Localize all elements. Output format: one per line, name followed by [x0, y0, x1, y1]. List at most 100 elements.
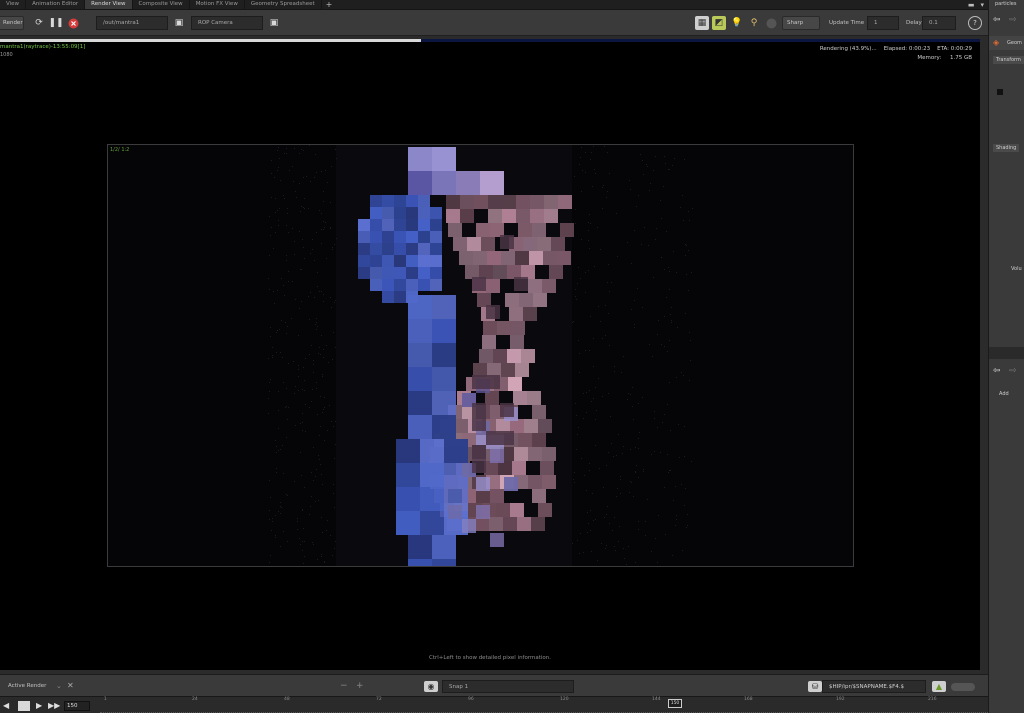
render-pixel	[590, 159, 591, 160]
camera-field[interactable]: ROP Camera	[191, 16, 263, 30]
output-driver-field[interactable]: /out/mantra1	[96, 16, 168, 30]
render-pixel	[595, 387, 596, 388]
snapshot-name-field[interactable]: Snap 1	[442, 680, 574, 693]
maximize-pane-icon[interactable]: ▬	[968, 1, 975, 9]
current-frame-marker[interactable]: 150	[668, 699, 682, 708]
render-pixel	[615, 550, 616, 551]
back-arrow-icon[interactable]: ⇦	[993, 15, 1001, 25]
render-pixel	[287, 541, 288, 542]
render-pixel	[604, 517, 605, 518]
render-pixel	[500, 235, 514, 249]
render-pixel	[521, 349, 535, 363]
tab-geometry-spreadsheet[interactable]: Geometry Spreadsheet	[245, 0, 322, 9]
render-pixel	[332, 359, 333, 360]
render-pixel	[317, 286, 318, 287]
camera-snapshot-icon[interactable]: ◉	[424, 681, 438, 692]
render-pixel	[313, 364, 314, 365]
render-pixel	[408, 415, 432, 439]
pane-menu-icon[interactable]: ▾	[980, 1, 984, 9]
region-icon[interactable]: ◩	[712, 16, 726, 30]
render-pixel	[666, 297, 667, 298]
render-pixel	[638, 403, 639, 404]
tab-shading[interactable]: Shading	[993, 144, 1020, 152]
forward-arrow-icon[interactable]: ⇨	[1009, 15, 1017, 25]
render-pixel	[304, 556, 305, 557]
output-driver-menu-icon[interactable]: ▣	[172, 16, 186, 30]
render-pixel	[593, 398, 594, 399]
stop-icon[interactable]	[18, 701, 30, 711]
refresh-icon[interactable]: ⟳	[32, 16, 46, 30]
render-pixel	[592, 186, 593, 187]
render-button[interactable]: Render	[0, 16, 24, 30]
timeline-ruler[interactable]: 1 24 48 72 96 120 144 168 192 216 150	[100, 697, 1020, 713]
active-render-menu-icon[interactable]: ⌄	[56, 679, 62, 693]
render-pixel	[268, 398, 269, 399]
render-pixel	[515, 363, 529, 377]
delete-snapshot-icon[interactable]: ✕	[67, 679, 74, 693]
tab-view[interactable]: View	[0, 0, 27, 9]
step-back-icon[interactable]: ◀	[3, 701, 9, 711]
render-pixel	[672, 165, 673, 166]
render-pixel	[496, 503, 510, 517]
render-pixel	[664, 316, 665, 317]
zoom-icon[interactable]: ⚲	[747, 16, 761, 30]
render-pixel	[302, 422, 303, 423]
render-pixel	[679, 457, 680, 458]
stop-render-icon[interactable]	[66, 16, 80, 30]
render-pixel	[685, 255, 686, 256]
tab-animation-editor[interactable]: Animation Editor	[26, 0, 86, 9]
update-time-field[interactable]: 1	[867, 16, 899, 30]
render-pixel	[330, 297, 331, 298]
camera-menu-icon[interactable]: ▣	[267, 16, 281, 30]
render-pixel	[579, 353, 580, 354]
help-icon[interactable]: ?	[968, 16, 982, 30]
delay-field[interactable]: 0.1	[922, 16, 956, 30]
add-button[interactable]: Add	[999, 391, 1009, 397]
render-pixel	[677, 327, 678, 328]
checkbox[interactable]	[997, 89, 1003, 95]
autosave-toggle[interactable]	[951, 683, 975, 691]
jump-end-icon[interactable]: ▶▶	[48, 701, 60, 711]
play-icon[interactable]: ▶	[36, 701, 42, 711]
render-pixel	[537, 237, 551, 251]
render-pixel	[309, 319, 310, 320]
render-pixel	[420, 511, 444, 535]
render-pixel	[589, 248, 590, 249]
render-pixel	[581, 147, 582, 148]
render-pixel	[370, 231, 382, 243]
current-frame-field[interactable]: 150	[64, 701, 90, 711]
render-pixel	[593, 366, 594, 367]
add-tab-icon[interactable]: +	[322, 0, 337, 9]
tab-transform[interactable]: Transform	[993, 56, 1024, 64]
render-pixel	[311, 496, 312, 497]
preview-icon[interactable]	[764, 16, 778, 30]
light-bulb-icon[interactable]: 💡	[730, 16, 744, 30]
zoom-out-icon[interactable]: −	[340, 679, 348, 693]
render-pixel	[581, 458, 582, 459]
tab-composite-view[interactable]: Composite View	[133, 0, 190, 9]
render-pixel	[583, 393, 584, 394]
zoom-in-icon[interactable]: +	[356, 679, 364, 693]
sharp-dropdown[interactable]: Sharp	[782, 16, 820, 30]
pane-controls: ▬ ▾	[968, 0, 984, 10]
geo-node-header[interactable]: ◈ Geom	[989, 36, 1024, 50]
render-image-frame[interactable]: 1/2/ 1:2	[107, 144, 854, 567]
tab-motion-fx-view[interactable]: Motion FX View	[190, 0, 245, 9]
render-viewport[interactable]: mantra1(raytrace)-13:55:09[1] 1080 Rende…	[0, 42, 980, 670]
grid-toggle-icon[interactable]: ▦	[695, 16, 709, 30]
tab-render-view[interactable]: Render View	[85, 0, 133, 9]
network-forward-icon[interactable]: ⇨	[1009, 366, 1017, 376]
render-pixel	[277, 150, 278, 151]
network-back-icon[interactable]: ⇦	[993, 366, 1001, 376]
pause-icon[interactable]: ❚❚	[48, 16, 63, 30]
render-pixel	[576, 415, 577, 416]
render-pixel	[321, 291, 322, 292]
render-pixel	[291, 318, 292, 319]
render-pixel	[606, 545, 607, 546]
save-snapshot-icon[interactable]: ⛁	[808, 681, 822, 692]
export-snapshot-icon[interactable]: ▲	[932, 681, 946, 692]
render-pixel	[511, 321, 525, 335]
render-pixel	[577, 540, 578, 541]
render-pixel	[583, 552, 584, 553]
snapshot-path-field[interactable]: $HIP/ipr/$SNAPNAME.$F4.$	[822, 680, 926, 693]
